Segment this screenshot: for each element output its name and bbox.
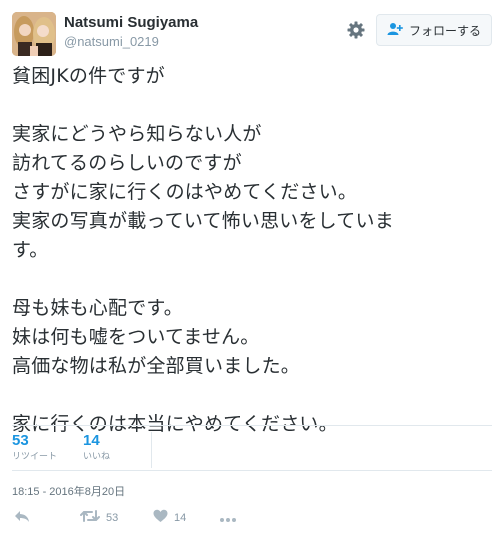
tweet-stats: 53 リツイート 14 いいね	[12, 432, 136, 470]
tweet-line: 貧困JKの件ですが	[12, 65, 165, 87]
user-handle[interactable]: @natsumi_0219	[64, 34, 159, 49]
retweet-stat[interactable]: 53 リツイート	[12, 432, 57, 470]
retweet-icon	[80, 508, 100, 527]
stats-divider-bottom	[12, 470, 492, 471]
tweet-line: 妹は何も嘘をついてません。	[12, 326, 260, 348]
tweet-line: 実家にどうやら知らない人が	[12, 123, 262, 145]
tweet-line: 高価な物は私が全部買いました。	[12, 355, 301, 377]
tweet-text: 貧困JKの件ですが 実家にどうやら知らない人が 訪れてるのらしいのですが さすが…	[12, 62, 492, 439]
like-stat-label: いいね	[83, 452, 111, 462]
tweet-line: 母も妹も心配です。	[12, 297, 183, 319]
like-button[interactable]: 14	[153, 508, 186, 527]
retweet-action-count: 53	[106, 511, 119, 524]
like-stat[interactable]: 14 いいね	[83, 432, 110, 470]
tweet-timestamp[interactable]: 18:15 - 2016年8月20日	[12, 483, 125, 499]
tweet-line: 実家の写真が載っていて怖い思いをしていま	[12, 210, 394, 232]
heart-icon	[153, 508, 168, 527]
retweet-stat-label: リツイート	[12, 452, 58, 462]
stats-separator	[151, 432, 152, 468]
follow-button[interactable]: フォローする	[376, 14, 492, 46]
reply-icon	[14, 508, 30, 527]
retweet-button[interactable]: 53	[80, 508, 118, 527]
tweet-actions: 53 14	[12, 508, 312, 528]
display-name[interactable]: Natsumi Sugiyama	[64, 14, 198, 31]
reply-button[interactable]	[14, 508, 30, 527]
tweet-line: 訪れてるのらしいのですが	[12, 152, 242, 174]
tweet-line: す。	[12, 239, 49, 261]
tweet-line: さすがに家に行くのはやめてください。	[12, 181, 358, 203]
follow-button-label: フォローする	[408, 23, 481, 38]
follow-person-icon	[387, 22, 403, 39]
gear-icon[interactable]	[346, 20, 366, 40]
avatar[interactable]	[12, 12, 56, 56]
more-button[interactable]	[219, 508, 237, 527]
stats-divider-top	[12, 425, 492, 426]
like-action-count: 14	[174, 511, 187, 524]
retweet-stat-count: 53	[12, 432, 29, 449]
more-icon	[219, 508, 237, 527]
like-stat-count: 14	[83, 432, 100, 449]
tweet-header: Natsumi Sugiyama @natsumi_0219 フォローする	[12, 10, 492, 58]
